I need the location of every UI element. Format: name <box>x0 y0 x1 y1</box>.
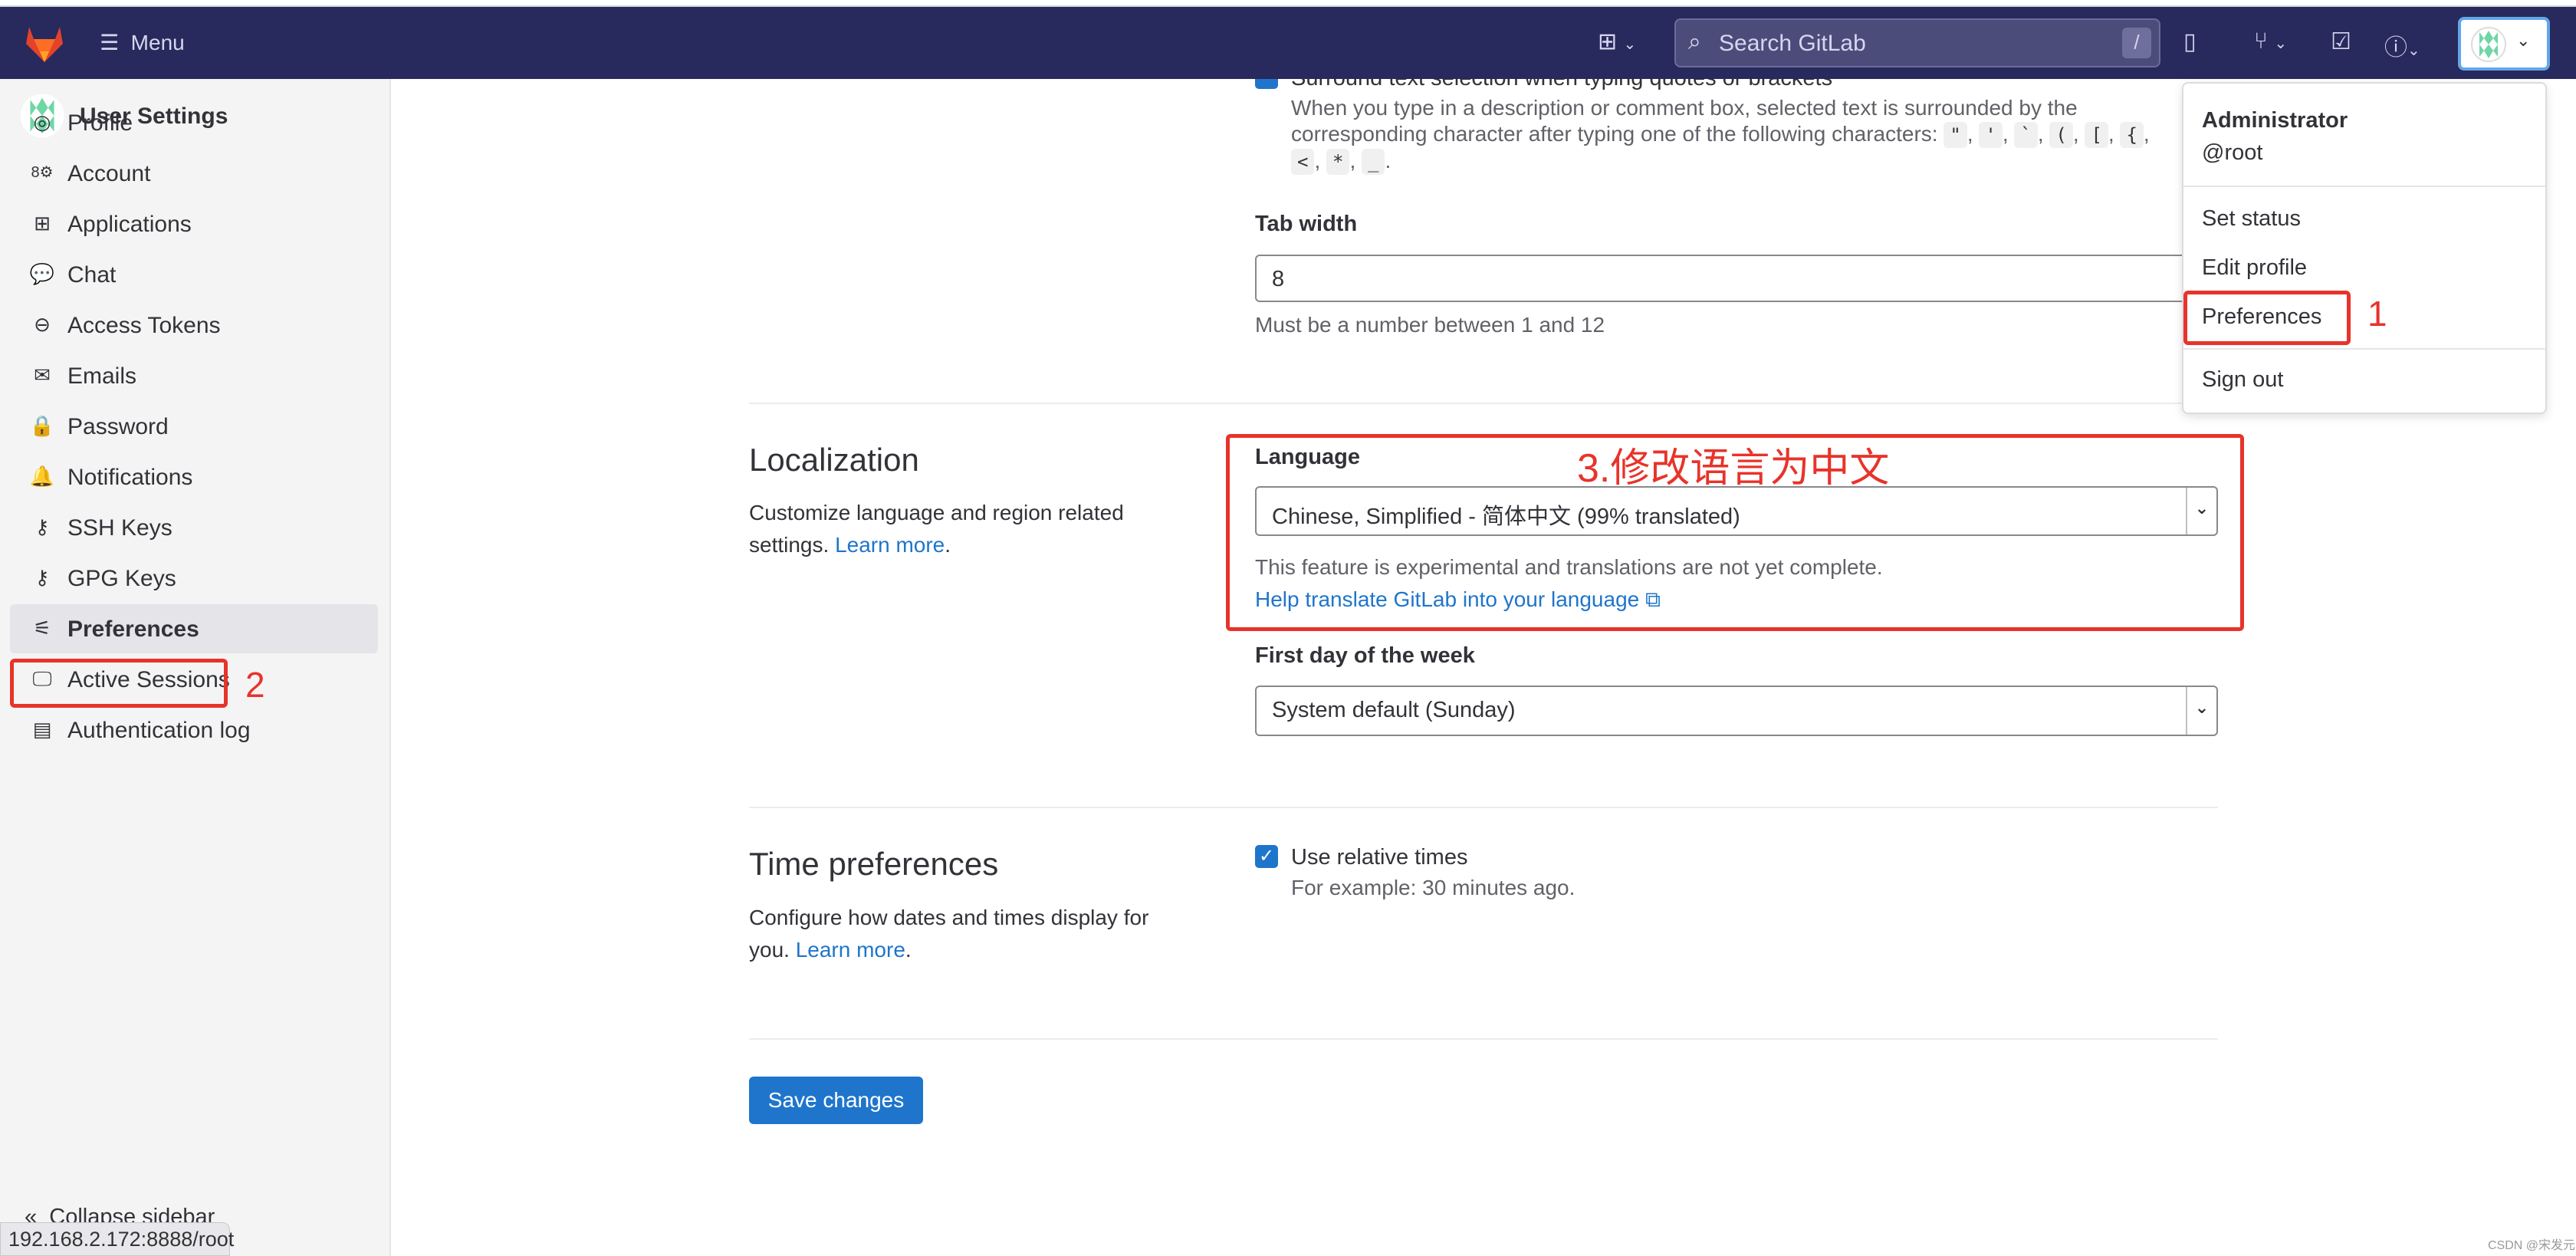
sidebar-item-label: Applications <box>67 212 192 237</box>
time-description: Configure how dates and times display fo… <box>749 906 1149 962</box>
sidebar-item-label: Profile <box>67 110 133 136</box>
key-icon: ⚷ <box>34 566 50 589</box>
surround-char: < <box>1291 149 1315 175</box>
surround-char: ( <box>2049 122 2073 148</box>
status-bar-url: 192.168.2.172:8888/root <box>0 1222 234 1256</box>
menu-divider <box>2183 186 2545 187</box>
sidebar-item-label: SSH Keys <box>67 515 172 541</box>
menu-item-sign-out[interactable]: Sign out <box>2202 367 2283 393</box>
account-icon: 8⚙ <box>31 164 54 181</box>
surround-char: ' <box>1979 122 2003 148</box>
hamburger-icon: ☰ <box>100 31 120 54</box>
annotation-box-1 <box>2183 291 2351 345</box>
sidebar-item-authentication-log[interactable]: ▤ Authentication log <box>10 705 378 755</box>
applications-icon: ⊞ <box>34 212 51 235</box>
sidebar-item-password[interactable]: 🔒 Password <box>10 402 378 451</box>
surround-char: " <box>1944 122 1967 148</box>
user-avatar-button[interactable]: ⌄ <box>2458 17 2550 71</box>
surround-char: _ <box>1362 149 1385 175</box>
help-icon[interactable]: ⓘ⌄ <box>2384 28 2420 62</box>
save-changes-button[interactable]: Save changes <box>749 1077 923 1124</box>
annotation-box-2 <box>10 659 228 708</box>
sidebar-item-label: Notifications <box>67 465 193 490</box>
annotation-step-2: 2 <box>245 665 265 705</box>
first-day-select[interactable]: System default (Sunday) ⌄ <box>1255 686 2218 736</box>
chat-icon: 💬 <box>29 262 55 285</box>
relative-times-help: For example: 30 minutes ago. <box>1291 876 1576 899</box>
window-top-band <box>0 0 2576 7</box>
menu-item-set-status[interactable]: Set status <box>2202 206 2301 232</box>
sidebar-item-label: Password <box>67 414 169 439</box>
first-day-label: First day of the week <box>1255 643 1475 668</box>
tab-width-help: Must be a number between 1 and 12 <box>1255 313 1605 337</box>
chevron-down-icon: ⌄ <box>1623 36 1637 53</box>
user-name: Administrator <box>2202 108 2348 133</box>
issues-icon[interactable]: ▯ <box>2183 28 2196 55</box>
surround-char: [ <box>2085 122 2108 148</box>
tab-width-label: Tab width <box>1255 212 1358 236</box>
sidebar-item-access-tokens[interactable]: ⊖ Access Tokens <box>10 301 378 350</box>
todo-icon[interactable]: ☑ <box>2331 28 2351 55</box>
sidebar-item-label: Preferences <box>67 616 199 642</box>
surround-char: * <box>1326 149 1350 175</box>
time-preferences-title: Time preferences <box>749 846 999 882</box>
tab-width-input[interactable]: 8 <box>1255 255 2218 302</box>
sidebar-item-applications[interactable]: ⊞ Applications <box>10 199 378 248</box>
sidebar-item-notifications[interactable]: 🔔 Notifications <box>10 452 378 501</box>
sidebar-item-profile[interactable]: ◎ Profile <box>10 98 378 147</box>
sidebar-item-label: Chat <box>67 262 117 288</box>
surround-description: When you type in a description or commen… <box>1291 95 2157 175</box>
log-icon: ▤ <box>32 718 52 741</box>
surround-char: { <box>2120 122 2144 148</box>
sidebar-item-label: Account <box>67 161 151 186</box>
relative-times-checkbox[interactable]: ✓ <box>1255 845 1278 868</box>
profile-icon: ◎ <box>33 110 51 133</box>
localization-title: Localization <box>749 442 919 478</box>
menu-item-edit-profile[interactable]: Edit profile <box>2202 255 2307 281</box>
sidebar-item-label: Emails <box>67 363 137 389</box>
watermark: CSDN @宋发元 <box>2488 1239 2576 1252</box>
gitlab-logo-icon[interactable] <box>23 24 66 64</box>
lock-icon: 🔒 <box>29 414 55 437</box>
sidebar-item-gpg-keys[interactable]: ⚷ GPG Keys <box>10 554 378 603</box>
plus-square-icon: ⊞ <box>1598 29 1618 54</box>
search-input[interactable]: ⌕ Search GitLab / <box>1674 18 2160 67</box>
sidebar-item-emails[interactable]: ✉ Emails <box>10 351 378 400</box>
menu-divider <box>2183 348 2545 350</box>
localization-learn-more-link[interactable]: Learn more <box>835 533 945 557</box>
sidebar-item-preferences[interactable]: ⚟ Preferences <box>10 604 378 653</box>
mail-icon: ✉ <box>34 363 51 386</box>
token-icon: ⊖ <box>34 313 51 336</box>
divider <box>749 1038 2218 1040</box>
sidebar-item-label: Access Tokens <box>67 313 221 338</box>
search-shortcut-badge: / <box>2122 28 2151 58</box>
top-navbar: ☰ Menu ⊞ ⌄ ⌕ Search GitLab / ▯ ⑂ ⌄ ☑ ⓘ⌄ ⌄ <box>0 7 2576 79</box>
bell-icon: 🔔 <box>29 465 55 488</box>
relative-times-label: Use relative times <box>1291 845 1468 870</box>
sidebar-item-chat[interactable]: 💬 Chat <box>10 250 378 299</box>
divider <box>749 403 2218 404</box>
avatar <box>2471 27 2506 62</box>
time-learn-more-link[interactable]: Learn more <box>796 938 905 962</box>
menu-button[interactable]: ☰ Menu <box>100 30 185 55</box>
preferences-icon: ⚟ <box>33 616 51 640</box>
sidebar-item-account[interactable]: 8⚙ Account <box>10 149 378 198</box>
annotation-step-1: 1 <box>2367 294 2387 334</box>
sidebar-item-label: GPG Keys <box>67 566 176 591</box>
divider <box>749 807 2218 808</box>
create-new-button[interactable]: ⊞ ⌄ <box>1598 28 1636 55</box>
user-username: @root <box>2202 140 2263 165</box>
sidebar-item-label: Authentication log <box>67 718 251 743</box>
key-icon: ⚷ <box>34 515 50 538</box>
annotation-step-3: 3.修改语言为中文 <box>1577 446 1890 491</box>
chevron-down-icon: ⌄ <box>2516 31 2531 50</box>
chevron-down-icon: ⌄ <box>2186 687 2216 735</box>
search-icon: ⌕ <box>1688 29 1701 54</box>
merge-requests-icon[interactable]: ⑂ ⌄ <box>2254 28 2287 54</box>
surround-char: ` <box>2014 122 2038 148</box>
sidebar-item-ssh-keys[interactable]: ⚷ SSH Keys <box>10 503 378 552</box>
user-dropdown-menu: Administrator @root Set status Edit prof… <box>2182 82 2547 414</box>
localization-description: Customize language and region related se… <box>749 501 1124 557</box>
